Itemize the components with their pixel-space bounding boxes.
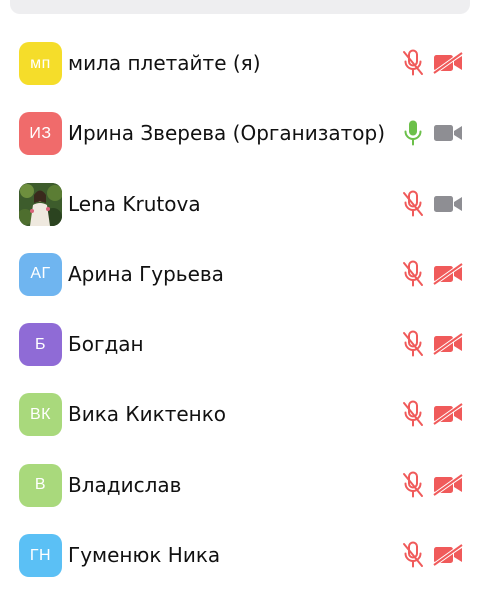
participant-name: мила плетайте (я) <box>68 51 261 75</box>
participant-name: Lena Krutova <box>68 191 201 216</box>
participant-row[interactable]: ВК Вика Киктенко <box>0 379 480 449</box>
avatar-initials: В <box>19 463 62 507</box>
video-camera-icon[interactable] <box>433 122 463 144</box>
microphone-muted-icon[interactable] <box>402 49 424 77</box>
participant-name: Арина Гурьева <box>68 261 224 286</box>
participant-name: Ирина Зверева (Организатор) <box>68 121 386 146</box>
search-bar[interactable] <box>10 0 470 14</box>
participant-row[interactable]: Б Богдан <box>0 309 480 379</box>
microphone-muted-icon[interactable] <box>402 541 424 569</box>
avatar-initials: ВК <box>19 393 62 437</box>
video-camera-off-icon[interactable] <box>433 473 463 496</box>
microphone-muted-icon[interactable] <box>402 471 424 499</box>
video-camera-off-icon[interactable] <box>433 403 463 426</box>
participant-row[interactable]: АГ Арина Гурьева <box>0 239 480 309</box>
video-camera-off-icon[interactable] <box>433 333 463 356</box>
avatar-initials: мп <box>19 42 62 85</box>
avatar-initials: Б <box>19 323 62 367</box>
participant-name: Вика Киктенко <box>68 402 227 427</box>
participant-row[interactable]: ГН Гуменюк Ника <box>0 520 480 590</box>
microphone-icon[interactable] <box>402 119 424 147</box>
video-camera-icon[interactable] <box>433 193 463 215</box>
video-camera-off-icon[interactable] <box>433 52 463 74</box>
video-camera-off-icon[interactable] <box>433 544 463 567</box>
avatar-initials: ИЗ <box>19 112 62 156</box>
avatar-photo <box>19 182 62 226</box>
microphone-muted-icon[interactable] <box>402 260 424 288</box>
participant-row[interactable]: Lena Krutova <box>0 169 480 239</box>
participant-name: Богдан <box>68 332 144 357</box>
avatar-initials: ГН <box>19 534 62 578</box>
participant-list: мп мила плетайте (я) ИЗ Ирина Зверева (Орга… <box>0 28 480 590</box>
video-camera-off-icon[interactable] <box>433 262 463 285</box>
microphone-muted-icon[interactable] <box>402 400 424 428</box>
participant-row[interactable]: ИЗ Ирина Зверева (Организатор) <box>0 98 480 168</box>
participant-row[interactable]: В Владислав <box>0 450 480 520</box>
participant-name: Владислав <box>68 472 182 497</box>
avatar-initials: АГ <box>19 252 62 296</box>
participant-name: Гуменюк Ника <box>68 543 221 568</box>
participant-row[interactable]: мп мила плетайте (я) <box>0 28 480 98</box>
microphone-muted-icon[interactable] <box>402 330 424 358</box>
microphone-muted-icon[interactable] <box>402 190 424 218</box>
